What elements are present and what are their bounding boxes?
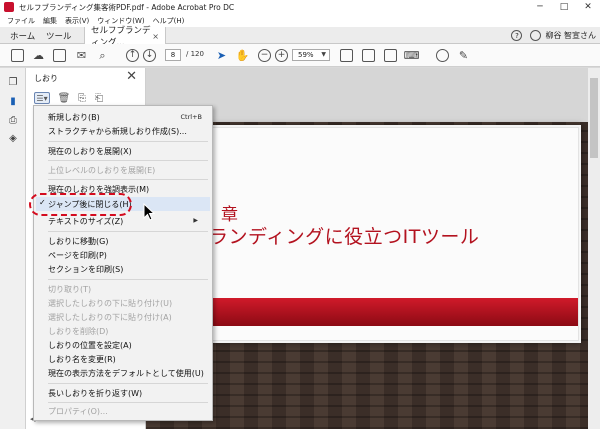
menu-separator	[48, 160, 208, 161]
tab-close-icon[interactable]: ×	[152, 32, 159, 41]
window-title: セルフブランディング集客術PDF.pdf - Adobe Acrobat Pro…	[19, 2, 235, 12]
annotation-highlight-oval	[29, 193, 132, 216]
hand-tool-icon[interactable]: ✋	[236, 49, 250, 62]
user-name[interactable]: 柳谷 智宣さん	[545, 30, 596, 41]
attachments-icon[interactable]: ⎙	[7, 114, 19, 126]
page-total: / 120	[186, 50, 204, 58]
menu-item-go-to-bookmark[interactable]: しおりに移動(G)	[48, 236, 108, 247]
menu-file[interactable]: ファイル	[7, 16, 35, 26]
menu-item-expand-top-level: 上位レベルのしおりを展開(E)	[48, 166, 156, 175]
menu-item-expand-current[interactable]: 現在のしおりを展開(X)	[48, 146, 132, 157]
delete-bookmark-icon[interactable]: 🗑	[58, 92, 71, 104]
mouse-pointer-icon	[143, 203, 155, 221]
previous-page-icon[interactable]: ↑	[126, 49, 139, 62]
print-icon[interactable]	[53, 49, 66, 62]
title-bar: セルフブランディング集客術PDF.pdf - Adobe Acrobat Pro…	[0, 0, 600, 14]
menu-item-cut: 切り取り(T)	[48, 285, 92, 294]
vertical-scrollbar[interactable]	[588, 68, 600, 429]
save-icon[interactable]	[11, 49, 24, 62]
scrollbar-thumb[interactable]	[590, 78, 598, 158]
slide-canvas: 章 ランディングに役立つITツール	[208, 127, 579, 341]
layers-icon[interactable]: ◈	[7, 132, 19, 144]
navigation-rail: ❐ ▮ ⎙ ◈	[0, 68, 26, 429]
menu-bar: ファイル 編集 表示(V) ウィンドウ(W) ヘルプ(H)	[0, 14, 600, 27]
page-number-input[interactable]: 8	[165, 49, 181, 61]
menu-edit[interactable]: 編集	[43, 16, 57, 26]
menu-item-text-size[interactable]: テキストのサイズ(Z)	[48, 216, 123, 227]
zoom-in-icon[interactable]: +	[275, 49, 288, 62]
find-bookmark-icon[interactable]: ⎗	[93, 92, 105, 104]
bookmarks-icon[interactable]: ▮	[7, 95, 19, 107]
acrobat-icon	[4, 2, 14, 12]
full-screen-icon[interactable]	[384, 49, 397, 62]
menu-item-new-from-structure[interactable]: ストラクチャから新規しおり作成(S)...	[48, 126, 187, 137]
window-controls: ─ □ ✕	[528, 0, 600, 14]
tab-bar: ホーム ツール セルフブランディング... × ? 柳谷 智宣さん	[0, 26, 600, 48]
menu-item-wrap-long-bookmarks[interactable]: 長いしおりを折り返す(W)	[48, 388, 142, 399]
panel-title: しおり	[34, 74, 58, 83]
slide-red-band	[209, 298, 578, 326]
menu-item-use-current-appearance[interactable]: 現在の表示方法をデフォルトとして使用(U)	[48, 368, 204, 379]
menu-item-rename-bookmark[interactable]: しおり名を変更(R)	[48, 354, 116, 365]
zoom-value: 59%	[298, 51, 314, 59]
menu-separator	[48, 231, 208, 232]
tab-home[interactable]: ホーム	[4, 27, 41, 44]
menu-separator	[48, 402, 208, 403]
menu-item-paste-under: 選択したしおりの下に貼り付け(U)	[48, 299, 173, 308]
zoom-select[interactable]: 59% ▼	[292, 49, 330, 61]
select-tool-icon[interactable]: ➤	[215, 49, 228, 62]
slide-title: ランディングに役立つITツール	[209, 226, 480, 248]
bookmark-options-menu: 新規しおり(B) Ctrl+B ストラクチャから新規しおり作成(S)... 現在…	[33, 105, 213, 421]
options-menu-button[interactable]: ☰▾	[34, 92, 50, 104]
pen-icon[interactable]: ✎	[457, 49, 470, 62]
comment-icon[interactable]	[436, 49, 449, 62]
search-icon[interactable]: ⌕	[96, 49, 109, 62]
pdf-page: 章 ランディングに役立つITツール	[206, 125, 581, 343]
next-page-icon[interactable]: ↓	[143, 49, 156, 62]
menu-separator	[48, 179, 208, 180]
keyboard-icon[interactable]: ⌨	[404, 49, 420, 62]
page-thumbnails-icon[interactable]: ❐	[7, 76, 19, 88]
maximize-button[interactable]: □	[552, 0, 576, 14]
shortcut-ctrl-b: Ctrl+B	[180, 113, 202, 121]
account-area: ? 柳谷 智宣さん	[511, 27, 596, 44]
user-avatar-icon[interactable]	[530, 30, 542, 41]
cloud-upload-icon[interactable]: ☁	[32, 49, 45, 62]
new-bookmark-icon[interactable]: ⎘	[76, 92, 88, 104]
menu-item-print-pages[interactable]: ページを印刷(P)	[48, 250, 107, 261]
panel-close-icon[interactable]: ✕	[126, 69, 137, 84]
menu-item-print-section[interactable]: セクションを印刷(S)	[48, 264, 123, 275]
minimize-button[interactable]: ─	[528, 0, 552, 14]
menu-item-delete-bookmark: しおりを削除(D)	[48, 327, 109, 336]
email-icon[interactable]: ✉	[75, 49, 88, 62]
menu-separator	[48, 141, 208, 142]
menu-separator	[48, 383, 208, 384]
zoom-out-icon[interactable]: −	[258, 49, 271, 62]
menu-separator	[48, 279, 208, 280]
menu-item-properties: プロパティ(O)...	[48, 407, 108, 416]
menu-item-new-bookmark[interactable]: 新規しおり(B)	[48, 112, 100, 123]
help-icon[interactable]: ?	[511, 30, 523, 41]
chevron-down-icon: ▼	[321, 51, 326, 58]
toolbar: ☁ ✉ ⌕ ↑ ↓ 8 / 120 ➤ ✋ − + 59% ▼ ⌨ ✎	[0, 44, 600, 67]
scroll-mode-icon[interactable]	[362, 49, 375, 62]
menu-help[interactable]: ヘルプ(H)	[153, 16, 185, 26]
submenu-arrow-icon: ▶	[193, 217, 198, 224]
tab-document[interactable]: セルフブランディング... ×	[84, 26, 166, 48]
close-window-button[interactable]: ✕	[576, 0, 600, 14]
tab-tools[interactable]: ツール	[40, 27, 78, 44]
menu-item-set-destination[interactable]: しおりの位置を設定(A)	[48, 340, 132, 351]
fit-page-icon[interactable]	[340, 49, 353, 62]
menu-item-paste-after: 選択したしおりの下に貼り付け(A)	[48, 313, 172, 322]
menu-view[interactable]: 表示(V)	[65, 16, 89, 26]
